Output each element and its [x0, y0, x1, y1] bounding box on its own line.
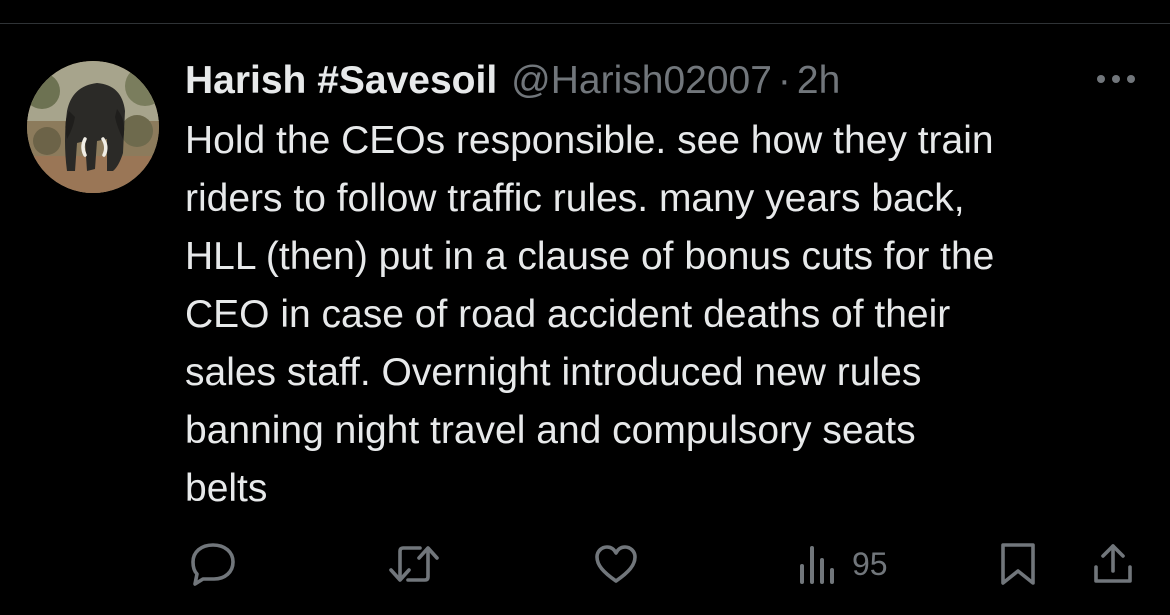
views-count: 95	[852, 545, 888, 582]
retweet-icon	[389, 546, 439, 582]
top-divider	[0, 23, 1170, 24]
share-icon	[1094, 544, 1132, 583]
more-dots-icon	[1097, 75, 1135, 83]
tweet-header: Harish #Savesoil @Harish02007 · 2h	[185, 56, 840, 106]
like-button[interactable]	[593, 538, 639, 590]
reply-icon	[191, 543, 235, 586]
display-name[interactable]: Harish #Savesoil	[185, 56, 497, 106]
retweet-button[interactable]	[388, 538, 440, 590]
avatar[interactable]	[27, 61, 159, 193]
heart-icon	[595, 545, 637, 583]
bookmark-icon	[1001, 543, 1035, 585]
elephant-avatar-icon	[27, 61, 159, 193]
tweet-text: Hold the CEOs responsible. see how they …	[185, 119, 995, 510]
views-icon	[800, 546, 834, 584]
views-button[interactable]: 95	[798, 538, 888, 590]
separator-dot: ·	[777, 59, 791, 102]
tweet-screen: Harish #Savesoil @Harish02007 · 2h Hold …	[0, 0, 1170, 615]
user-handle[interactable]: @Harish02007	[511, 56, 772, 106]
share-button[interactable]	[1091, 538, 1135, 590]
reply-button[interactable]	[189, 538, 237, 590]
more-options-button[interactable]	[1092, 62, 1140, 96]
timestamp[interactable]: 2h	[797, 56, 840, 106]
bookmark-button[interactable]	[998, 538, 1038, 590]
